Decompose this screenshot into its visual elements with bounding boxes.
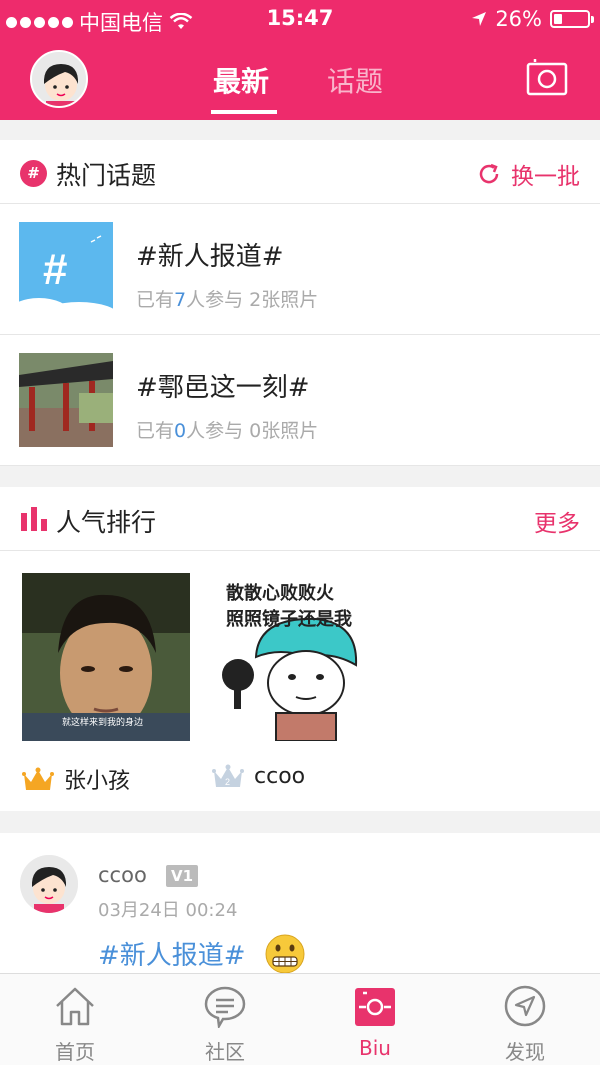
svg-text:#: # xyxy=(43,245,67,294)
hot-topics-title: 热门话题 xyxy=(56,161,157,190)
meme-text: 散散心败败火 照照镜子还是我 xyxy=(226,581,352,633)
rank-name: 张小孩 xyxy=(64,769,131,794)
post-card[interactable]: ccoo V1 03月24日 00:24 #新人报道# xyxy=(0,833,600,974)
biu-camera-icon xyxy=(355,988,395,1026)
tab-biu[interactable]: Biu xyxy=(300,974,450,1065)
refresh-button[interactable]: 换一批 xyxy=(477,157,580,191)
hot-topics-section: # 热门话题 换一批 # #新人报道# 已有7人参与 2张照片 #鄠邑这一刻# … xyxy=(0,140,600,466)
avatar-girl-icon[interactable] xyxy=(30,50,88,108)
status-right: 26% xyxy=(471,7,594,31)
tab-label: 发现 xyxy=(505,1040,545,1064)
topic-meta: 已有0人参与 0张照片 xyxy=(136,420,319,442)
tab-community[interactable]: 社区 xyxy=(150,974,300,1065)
post-username[interactable]: ccoo xyxy=(98,863,147,887)
status-bar: 中国电信 15:47 26% xyxy=(0,0,600,40)
topic-meta: 已有7人参与 2张照片 xyxy=(136,289,319,311)
silver-crown-icon: 2 xyxy=(212,764,244,787)
bottom-tab-bar: 首页 社区 Biu 发现 xyxy=(0,973,600,1065)
battery-fill xyxy=(554,14,563,24)
chat-bubble-icon xyxy=(204,986,246,1028)
rank-name: ccoo xyxy=(254,763,306,789)
topic-thumbnail xyxy=(19,353,113,447)
ranking-list: 就这样来到我的身边 张小孩 散散心败败火 照照镜子还是我 2 ccoo xyxy=(0,551,600,811)
bar-chart-icon xyxy=(21,507,47,531)
topic-title: #鄠邑这一刻# xyxy=(136,373,310,403)
post-topic-link[interactable]: #新人报道# xyxy=(98,935,246,972)
active-tab-indicator xyxy=(211,110,277,114)
top-navbar: 最新 话题 xyxy=(0,40,600,120)
meme-line-1: 散散心败败火 xyxy=(226,583,334,604)
rank-name-row: 张小孩 xyxy=(22,763,130,795)
tab-label: Biu xyxy=(359,1036,391,1060)
ranking-title: 人气排行 xyxy=(56,508,157,537)
camera-icon[interactable] xyxy=(526,58,568,96)
tab-discover[interactable]: 发现 xyxy=(450,974,600,1065)
topic-item[interactable]: #鄠邑这一刻# 已有0人参与 0张照片 xyxy=(0,335,600,466)
rank-photo: 散散心败败火 照照镜子还是我 xyxy=(212,573,380,741)
participant-count: 0 xyxy=(174,420,187,442)
hash-icon: # xyxy=(20,160,47,187)
meme-line-2: 照照镜子还是我 xyxy=(226,609,352,630)
home-icon xyxy=(56,987,94,1026)
tab-latest[interactable]: 最新 xyxy=(213,60,269,100)
rank-name-row: 2 ccoo xyxy=(212,763,305,789)
compass-icon xyxy=(504,985,546,1027)
level-badge: V1 xyxy=(166,865,198,887)
rank-number: 2 xyxy=(225,777,230,787)
photo-count: 2张照片 xyxy=(249,289,319,311)
tab-label: 首页 xyxy=(55,1040,95,1064)
photo-caption: 就这样来到我的身边 xyxy=(62,718,144,728)
rank-item[interactable]: 就这样来到我的身边 张小孩 xyxy=(22,573,192,794)
hot-topics-header: # 热门话题 换一批 xyxy=(0,140,600,204)
tab-label: 社区 xyxy=(205,1040,245,1064)
gold-crown-icon xyxy=(22,767,54,790)
ranking-section: 人气排行 更多 就这样来到我的身边 张小孩 散散心败败火 照照镜子还是我 2 c… xyxy=(0,487,600,811)
topic-title: #新人报道# xyxy=(136,242,284,272)
refresh-label: 换一批 xyxy=(511,164,580,190)
topic-item[interactable]: # #新人报道# 已有7人参与 2张照片 xyxy=(0,204,600,335)
topic-thumbnail: # xyxy=(19,222,113,316)
location-arrow-icon xyxy=(472,12,487,26)
tab-home[interactable]: 首页 xyxy=(0,974,150,1065)
post-time: 03月24日 00:24 xyxy=(98,900,238,921)
battery-percent: 26% xyxy=(495,7,542,31)
tab-topics[interactable]: 话题 xyxy=(327,60,383,100)
photo-count: 0张照片 xyxy=(249,420,319,442)
post-avatar[interactable] xyxy=(20,855,78,913)
rank-photo: 就这样来到我的身边 xyxy=(22,573,190,741)
grimace-emoji-icon xyxy=(265,934,305,974)
more-button[interactable]: 更多 xyxy=(534,504,580,538)
battery-icon xyxy=(550,10,594,28)
refresh-icon xyxy=(479,163,499,184)
rank-item[interactable]: 散散心败败火 照照镜子还是我 2 ccoo xyxy=(212,573,382,789)
participant-count: 7 xyxy=(174,289,187,311)
ranking-header: 人气排行 更多 xyxy=(0,487,600,551)
